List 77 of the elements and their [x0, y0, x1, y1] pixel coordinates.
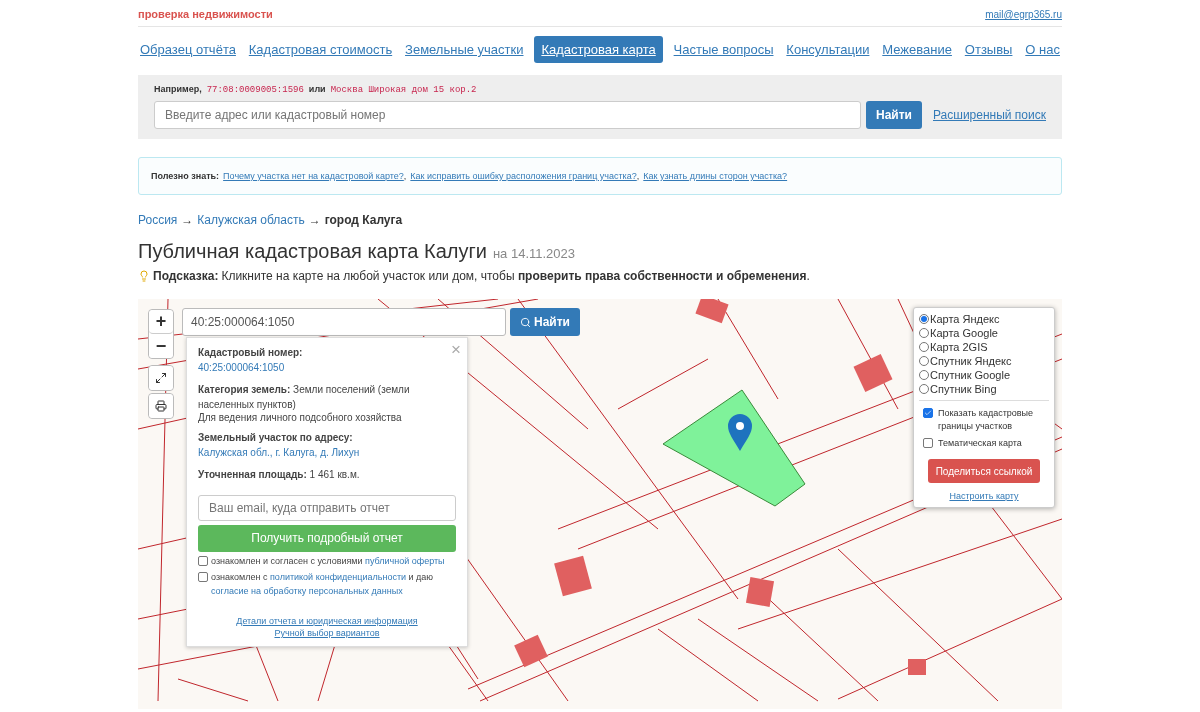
agreement-link[interactable]: согласие на обработку персональных данных: [211, 585, 403, 596]
map-layer-option[interactable]: Спутник Google: [919, 369, 1049, 381]
nav-tab[interactable]: Кадастровая стоимость: [246, 36, 395, 63]
nav-tab[interactable]: Образец отчёта: [138, 36, 238, 63]
breadcrumb-link[interactable]: Калужская область: [197, 213, 305, 227]
title-date: на 14.11.2023: [492, 246, 576, 261]
hint-text: Кликните на карте на любой участок или дом, чтобы проверить права собственности и обременения.: [221, 269, 810, 283]
print-button[interactable]: [149, 394, 173, 418]
map-layer-option[interactable]: Спутник Яндекс: [919, 355, 1049, 367]
info-label: Полезно знать:: [151, 171, 220, 181]
breadcrumb-separator: →: [308, 213, 321, 227]
radio-button[interactable]: [919, 370, 929, 380]
checkbox[interactable]: [198, 555, 208, 566]
breadcrumb-separator: →: [181, 213, 194, 227]
nav-tab[interactable]: Частые вопросы: [671, 36, 776, 63]
info-link[interactable]: Как исправить ошибку расположения границ участка?: [410, 171, 637, 181]
example-code: 77:08:0009005:1596: [206, 85, 304, 95]
expand-icon: [155, 372, 167, 384]
checkbox[interactable]: [923, 438, 933, 449]
zoom-in-button[interactable]: +: [149, 310, 173, 334]
map-settings-link[interactable]: Настроить карту: [949, 491, 1019, 502]
agreement-text: ознакомлен с политикой конфиденциальности и даю согласие на обработку персональных данных: [211, 571, 435, 598]
nav-tab[interactable]: Межевание: [880, 36, 954, 63]
nav-tab[interactable]: Отзывы: [962, 36, 1015, 63]
page-title: Публичная кадастровая карта Калуги: [138, 240, 487, 263]
example-label: Например,: [154, 84, 202, 94]
email-field[interactable]: Ваш email, куда отправить отчет: [198, 494, 456, 521]
map-layer-option[interactable]: Карта Google: [919, 327, 1049, 339]
parcel-link[interactable]: Калужская обл., г. Калуга, д. Лихун: [198, 445, 360, 460]
popup-footer-link[interactable]: Детали отчета и юридическая информация: [236, 616, 418, 626]
site-tagline: проверка недвижимости: [138, 8, 273, 20]
breadcrumb-current: город Калуга: [324, 213, 403, 227]
lightbulb-icon: [138, 270, 150, 282]
info-link[interactable]: Почему участка нет на кадастровой карте?: [223, 171, 404, 181]
report-button[interactable]: Получить подробный отчет: [198, 524, 456, 552]
share-link-button[interactable]: Поделиться ссылкой: [928, 459, 1040, 484]
popup-footer-link[interactable]: Ручной выбор вариантов: [274, 628, 380, 638]
map-layer-option[interactable]: Спутник Bing: [919, 383, 1049, 395]
nav-tab[interactable]: Земельные участки: [403, 36, 526, 63]
email-link[interactable]: mail@egrp365.ru: [985, 9, 1062, 20]
map-layer-option[interactable]: Карта 2GIS: [919, 341, 1049, 353]
radio-button[interactable]: [919, 314, 929, 324]
comma: ,: [636, 171, 640, 181]
parcel-field: Категория земель: Земли поселений (земли населенных пунктов): [198, 383, 456, 412]
map-search-button[interactable]: Найти: [510, 308, 580, 336]
radio-button[interactable]: [919, 384, 929, 394]
layer-checkbox-row[interactable]: Показать кадастровые границы участков: [919, 406, 1049, 435]
radio-button[interactable]: [919, 342, 929, 352]
checkbox[interactable]: [923, 408, 933, 418]
layer-checkbox-row[interactable]: Тематическая карта: [919, 436, 1049, 452]
agreement-link[interactable]: политикой конфиденциальности: [269, 572, 407, 582]
radio-button[interactable]: [919, 328, 929, 338]
comma: ,: [403, 171, 407, 181]
example-code: Москва Широкая дом 15 кор.2: [330, 85, 477, 95]
example-or: или: [308, 84, 326, 94]
nav-tab[interactable]: О нас: [1023, 36, 1062, 63]
map-search-field[interactable]: 40:25:000064:1050: [182, 308, 506, 336]
parcel-field: Земельный участок по адресу: Калужская обл., г. Калуга, д. Лихун: [198, 431, 456, 460]
parcel-field: Уточненная площадь: 1 461 кв.м.: [198, 468, 456, 483]
advanced-search-link[interactable]: Расширенный поиск: [933, 108, 1046, 122]
parcel-link[interactable]: 40:25:000064:1050: [198, 360, 285, 375]
radio-button[interactable]: [919, 356, 929, 366]
info-link[interactable]: Как узнать длины сторон участка?: [643, 171, 788, 181]
breadcrumb-link[interactable]: Россия: [138, 213, 178, 227]
printer-icon: [155, 400, 167, 412]
fullscreen-button[interactable]: [149, 366, 173, 390]
agreement-text: ознакомлен и согласен с условиями публичной оферты: [211, 554, 445, 568]
nav-tab[interactable]: Кадастровая карта: [534, 36, 663, 63]
parcel-note: Для ведения личного подсобного хозяйства: [198, 412, 403, 423]
checkbox[interactable]: [198, 572, 208, 582]
hint-label: Подсказка:: [153, 269, 219, 283]
search-button[interactable]: Найти: [866, 101, 922, 129]
nav-tab[interactable]: Консультации: [784, 36, 872, 63]
map-layer-option[interactable]: Карта Яндекс: [919, 313, 1049, 325]
search-icon: [520, 316, 531, 328]
agreement-link[interactable]: публичной оферты: [365, 555, 445, 566]
search-field[interactable]: Введите адрес или кадастровый номер: [154, 101, 861, 129]
